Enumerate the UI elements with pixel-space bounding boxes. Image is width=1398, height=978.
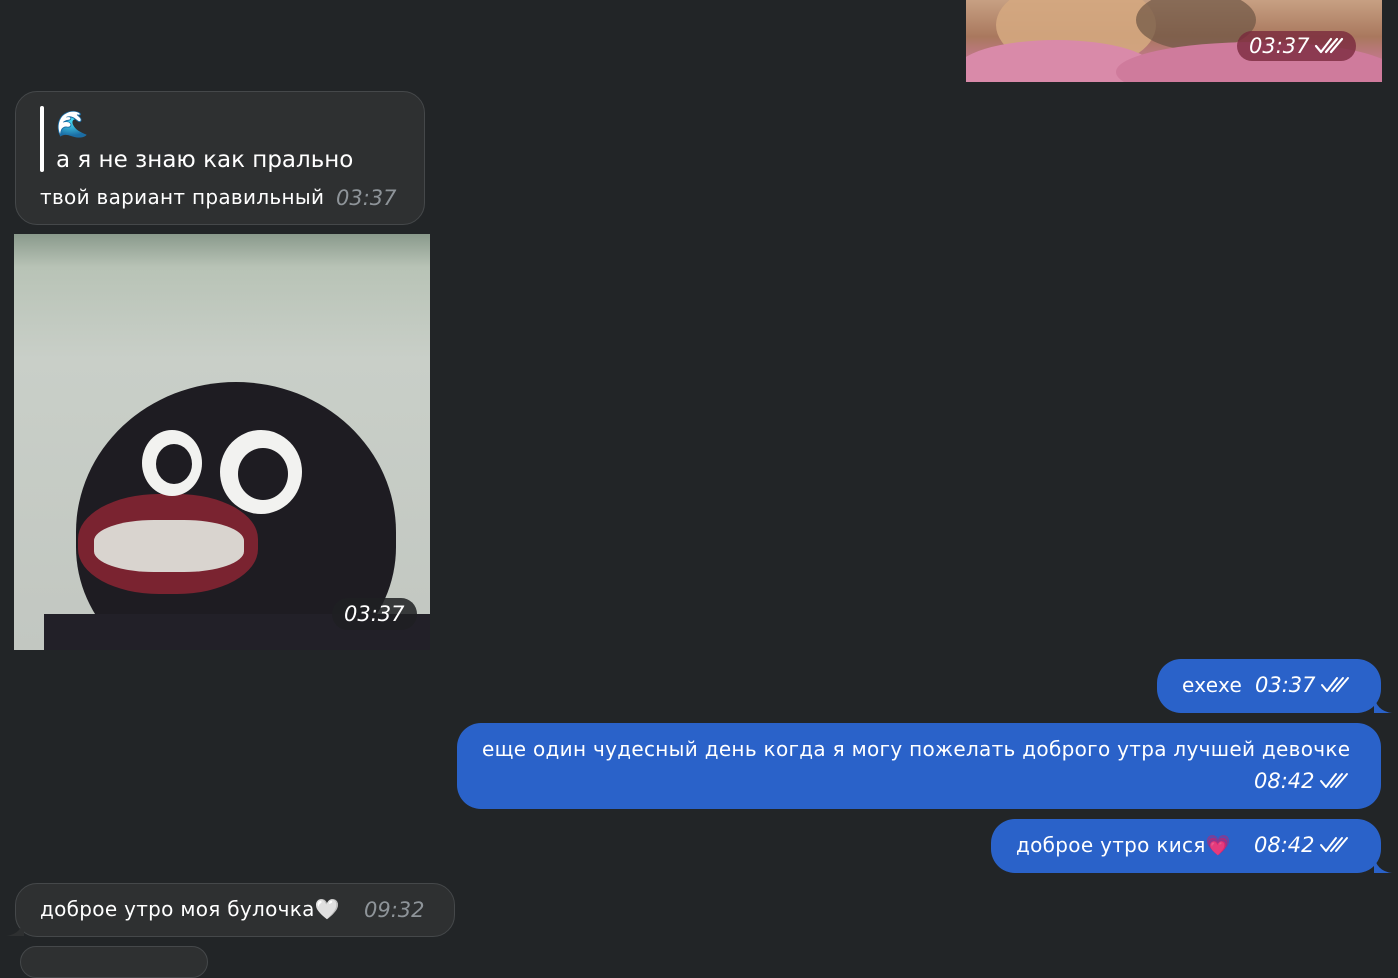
photo-message[interactable]: 03:37 <box>966 0 1382 82</box>
message-timestamp: 09:32 <box>364 898 425 922</box>
reply-quote-bar <box>40 106 44 172</box>
message-timestamp: 03:37 <box>336 186 397 210</box>
message-timestamp: 03:37 <box>332 598 417 630</box>
double-check-icon <box>1319 773 1348 788</box>
bubble-tail <box>1374 695 1392 713</box>
message-text: доброе утро моя булочка🤍 <box>40 897 340 921</box>
double-check-icon <box>1319 837 1348 852</box>
incoming-message[interactable]: доброе утро моя булочка🤍 09:32 <box>15 883 455 937</box>
sticker-message[interactable]: 03:37 <box>14 234 430 650</box>
message-timestamp: 08:42 <box>1254 833 1349 857</box>
message-text: твой вариант правильный <box>40 185 325 209</box>
incoming-message-partial[interactable] <box>20 946 208 978</box>
bubble-tail <box>6 918 24 936</box>
reply-quoted-emoji: 🌊 <box>56 110 89 140</box>
message-timestamp: 03:37 <box>1237 31 1356 61</box>
message-timestamp: 08:42 <box>1254 769 1349 793</box>
bubble-tail <box>1374 855 1392 873</box>
reply-quoted-text[interactable]: а я не знаю как прально <box>56 146 353 174</box>
message-text: доброе утро кися💗 <box>1016 833 1231 857</box>
message-text: еще один чудесный день когда я могу поже… <box>482 737 1351 761</box>
outgoing-message[interactable]: exexe 03:37 <box>1157 659 1381 713</box>
message-text: exexe <box>1182 673 1243 697</box>
outgoing-message[interactable]: еще один чудесный день когда я могу поже… <box>457 723 1381 809</box>
outgoing-message[interactable]: доброе утро кися💗 08:42 <box>991 819 1381 873</box>
message-timestamp: 03:37 <box>1255 673 1350 697</box>
double-check-icon <box>1320 677 1349 692</box>
double-check-icon <box>1314 37 1343 54</box>
